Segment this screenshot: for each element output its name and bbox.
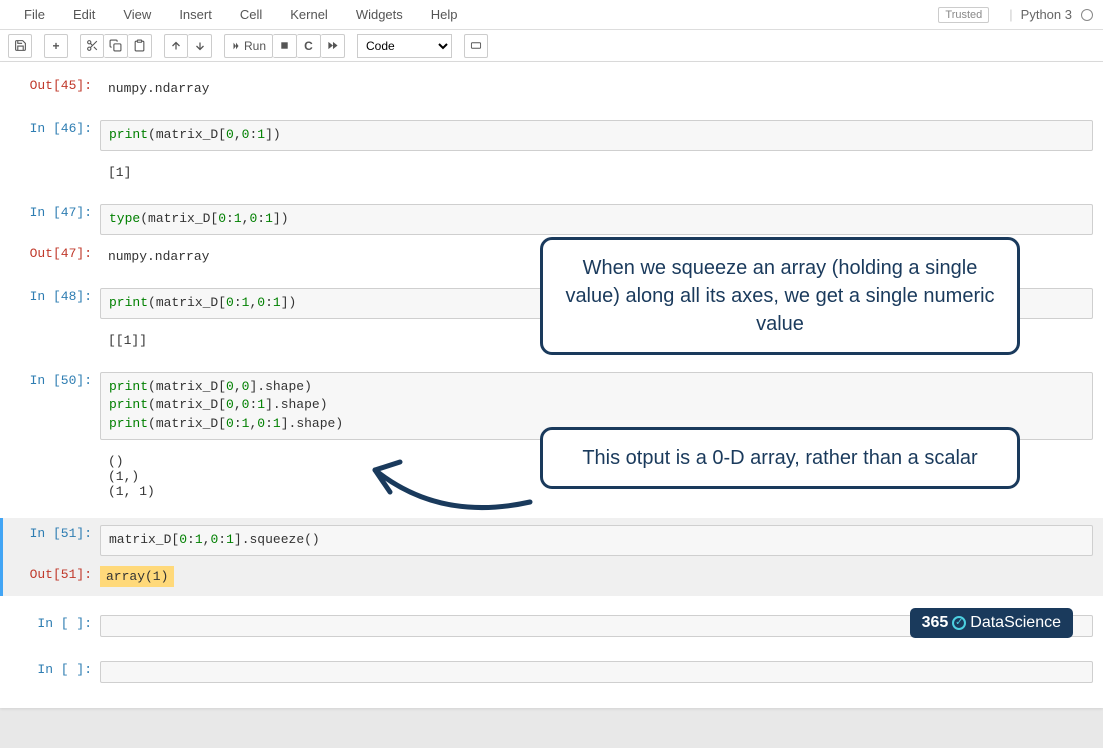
- cell-in-46[interactable]: In [46]: print(matrix_D[0,0:1]): [0, 115, 1103, 156]
- code-input[interactable]: matrix_D[0:1,0:1].squeeze(): [100, 525, 1093, 556]
- cell-out-46: [1]: [0, 156, 1103, 189]
- brand-badge: 365 ✓ DataScience: [910, 608, 1073, 638]
- prompt-in: In [ ]:: [10, 612, 100, 640]
- prompt-in: In [51]:: [10, 522, 100, 559]
- stop-button[interactable]: [273, 34, 297, 58]
- toolbar: + Run C Code: [0, 30, 1103, 62]
- prompt-out: Out[51]:: [10, 563, 100, 590]
- cut-button[interactable]: [80, 34, 104, 58]
- menu-help[interactable]: Help: [417, 1, 472, 28]
- brand-prefix: 365: [922, 614, 949, 632]
- menu-kernel[interactable]: Kernel: [276, 1, 342, 28]
- output-text: numpy.ndarray: [100, 77, 1093, 100]
- annotation-box-2: This otput is a 0-D array, rather than a…: [540, 427, 1020, 489]
- code-input[interactable]: type(matrix_D[0:1,0:1]): [100, 204, 1093, 235]
- arrow-icon: [340, 432, 540, 527]
- kernel-name[interactable]: Python 3: [1021, 7, 1072, 22]
- checkmark-icon: ✓: [952, 616, 966, 630]
- menu-view[interactable]: View: [109, 1, 165, 28]
- cell-out-45[interactable]: Out[45]: numpy.ndarray: [0, 72, 1103, 105]
- run-button[interactable]: Run: [224, 34, 273, 58]
- prompt-in: In [48]:: [10, 285, 100, 322]
- run-all-button[interactable]: [321, 34, 345, 58]
- move-down-button[interactable]: [188, 34, 212, 58]
- cell-in-51[interactable]: In [51]: matrix_D[0:1,0:1].squeeze(): [0, 518, 1103, 561]
- brand-name: DataScience: [970, 614, 1061, 632]
- annotation-box-1: When we squeeze an array (holding a sing…: [540, 237, 1020, 355]
- add-cell-button[interactable]: +: [44, 34, 68, 58]
- menu-edit[interactable]: Edit: [59, 1, 109, 28]
- prompt-in: In [46]:: [10, 117, 100, 154]
- copy-button[interactable]: [104, 34, 128, 58]
- paste-button[interactable]: [128, 34, 152, 58]
- save-button[interactable]: [8, 34, 32, 58]
- prompt-in: In [50]:: [10, 369, 100, 444]
- prompt-out: Out[45]:: [10, 74, 100, 103]
- menu-insert[interactable]: Insert: [165, 1, 226, 28]
- menu-widgets[interactable]: Widgets: [342, 1, 417, 28]
- move-up-button[interactable]: [164, 34, 188, 58]
- prompt-in: In [47]:: [10, 201, 100, 238]
- prompt-in: In [ ]:: [10, 658, 100, 686]
- output-text: [1]: [100, 161, 1093, 184]
- command-palette-button[interactable]: [464, 34, 488, 58]
- run-label: Run: [244, 39, 266, 53]
- restart-button[interactable]: C: [297, 34, 321, 58]
- prompt-out: Out[47]:: [10, 242, 100, 271]
- output-text-highlighted: array(1): [100, 566, 174, 587]
- code-input[interactable]: print(matrix_D[0,0:1]): [100, 120, 1093, 151]
- menu-file[interactable]: File: [10, 1, 59, 28]
- cell-in-47[interactable]: In [47]: type(matrix_D[0:1,0:1]): [0, 199, 1103, 240]
- cell-empty-2[interactable]: In [ ]:: [0, 656, 1103, 688]
- menu-cell[interactable]: Cell: [226, 1, 276, 28]
- menubar: File Edit View Insert Cell Kernel Widget…: [0, 0, 1103, 30]
- cell-type-select[interactable]: Code: [357, 34, 452, 58]
- cell-out-51: Out[51]: array(1): [0, 561, 1103, 596]
- trusted-badge[interactable]: Trusted: [938, 7, 989, 23]
- code-input[interactable]: [100, 661, 1093, 683]
- kernel-indicator-icon[interactable]: [1081, 9, 1093, 21]
